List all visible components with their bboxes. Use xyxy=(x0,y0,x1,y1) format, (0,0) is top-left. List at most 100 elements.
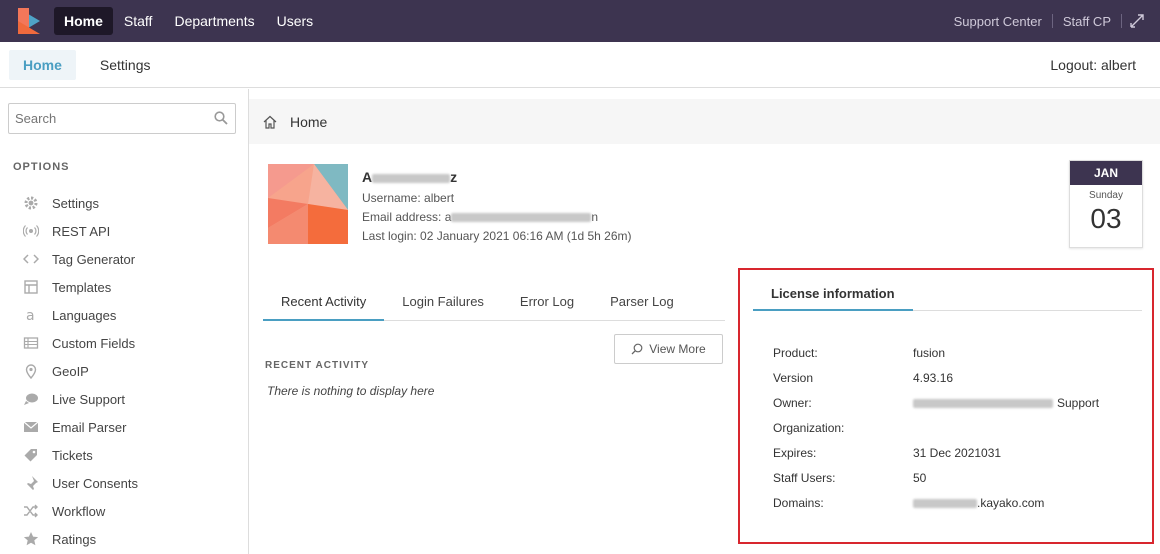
nav-staff[interactable]: Staff xyxy=(113,7,164,35)
sidebar-item-languages[interactable]: a Languages xyxy=(23,301,138,329)
tag-icon xyxy=(24,449,37,462)
subtab-settings[interactable]: Settings xyxy=(86,50,165,80)
sidebar-item-label: Ratings xyxy=(52,531,97,547)
code-icon xyxy=(23,254,39,264)
sidebar-item-label: Custom Fields xyxy=(52,335,136,351)
view-more-label: View More xyxy=(649,342,706,356)
envelope-icon xyxy=(23,421,39,432)
license-label-domains: Domains: xyxy=(773,496,824,510)
calendar-month: JAN xyxy=(1070,161,1142,185)
sidebar-item-label: Live Support xyxy=(52,391,125,407)
logout-link[interactable]: Logout: albert xyxy=(1050,57,1136,73)
top-navbar: Home Staff Departments Users Support Cen… xyxy=(0,0,1160,42)
sidebar-item-settings[interactable]: Settings xyxy=(23,189,138,217)
sidebar-item-email-parser[interactable]: Email Parser xyxy=(23,413,138,441)
sidebar-item-label: Tickets xyxy=(52,447,93,463)
license-value-expires: 31 Dec 2021031 xyxy=(913,446,1002,460)
sidebar-item-templates[interactable]: Templates xyxy=(23,273,138,301)
license-label-expires: Expires: xyxy=(773,446,817,460)
sidebar-item-geoip[interactable]: GeoIP xyxy=(23,357,138,385)
sidebar-item-label: Tag Generator xyxy=(52,251,136,267)
search-input[interactable] xyxy=(15,104,205,133)
breadcrumb: Home xyxy=(249,99,1160,144)
sidebar-item-label: REST API xyxy=(52,223,111,239)
license-label-owner: Owner: xyxy=(773,396,812,410)
license-tab-bar: License information xyxy=(753,279,1142,311)
license-value-version: 4.93.16 xyxy=(913,371,954,385)
sidebar-item-label: GeoIP xyxy=(52,363,89,379)
kayako-logo-icon[interactable] xyxy=(18,8,40,34)
sidebar-item-tickets[interactable]: Tickets xyxy=(23,441,138,469)
calendar-weekday: Sunday xyxy=(1089,190,1123,201)
sidebar-item-label: User Consents xyxy=(52,475,138,491)
sidebar-item-workflow[interactable]: Workflow xyxy=(23,497,138,525)
sidebar-item-live-support[interactable]: Live Support xyxy=(23,385,138,413)
license-label-staff-users: Staff Users: xyxy=(773,471,836,485)
calendar-day: 03 xyxy=(1090,203,1122,234)
user-last-login: Last login: 02 January 2021 06:16 AM (1d… xyxy=(362,229,632,243)
avatar xyxy=(268,164,348,244)
subtab-home[interactable]: Home xyxy=(9,49,76,80)
fields-icon xyxy=(23,337,39,349)
calendar-widget: JAN Sunday 03 xyxy=(1069,160,1143,248)
license-label-version: Version xyxy=(773,371,814,385)
tab-error-log[interactable]: Error Log xyxy=(502,287,592,321)
license-label-product: Product: xyxy=(773,346,818,360)
sidebar-item-label: Email Parser xyxy=(52,419,127,435)
nav-users[interactable]: Users xyxy=(266,7,325,35)
options-menu: Settings REST API Tag Generator Template… xyxy=(23,189,138,553)
nav-home[interactable]: Home xyxy=(54,7,113,35)
user-fullname: Az xyxy=(362,169,458,185)
svg-text:a: a xyxy=(26,308,35,323)
language-icon: a xyxy=(26,308,35,323)
gear-icon xyxy=(24,196,38,210)
options-heading: OPTIONS xyxy=(13,161,70,173)
sub-navbar: Home Settings Logout: albert xyxy=(0,42,1160,88)
activity-tabs: Recent Activity Login Failures Error Log… xyxy=(263,287,725,321)
license-value-staff-users: 50 xyxy=(913,471,927,485)
sidebar-item-custom-fields[interactable]: Custom Fields xyxy=(23,329,138,357)
shuffle-icon xyxy=(24,504,38,518)
tab-recent-activity[interactable]: Recent Activity xyxy=(263,287,385,321)
sidebar-item-ratings[interactable]: Ratings xyxy=(23,525,138,553)
search-box xyxy=(8,103,236,134)
sidebar: OPTIONS Settings REST API Tag Generator … xyxy=(0,89,249,554)
tab-login-failures[interactable]: Login Failures xyxy=(384,287,502,321)
license-value-product: fusion xyxy=(913,346,946,360)
pin-icon xyxy=(26,476,38,491)
recent-activity-empty: There is nothing to display here xyxy=(267,384,435,398)
map-pin-icon xyxy=(25,364,37,379)
tab-parser-log[interactable]: Parser Log xyxy=(592,287,692,321)
user-username: Username: albert xyxy=(362,191,455,205)
staff-cp-link[interactable]: Staff CP xyxy=(1053,14,1121,29)
top-right-links: Support Center Staff CP xyxy=(944,0,1160,42)
broadcast-icon xyxy=(23,225,39,237)
search-icon[interactable] xyxy=(214,111,228,130)
sidebar-item-tag-generator[interactable]: Tag Generator xyxy=(23,245,138,273)
external-link-icon[interactable] xyxy=(1122,0,1152,42)
breadcrumb-home[interactable]: Home xyxy=(290,114,327,130)
license-value-domains: .kayako.com xyxy=(913,496,1044,510)
star-icon xyxy=(23,532,39,546)
main-nav: Home Staff Departments Users xyxy=(54,0,324,42)
sidebar-item-rest-api[interactable]: REST API xyxy=(23,217,138,245)
recent-activity-heading: RECENT ACTIVITY xyxy=(265,360,370,371)
tab-license-information[interactable]: License information xyxy=(753,279,913,311)
license-label-organization: Organization: xyxy=(773,421,845,435)
sidebar-item-label: Settings xyxy=(52,195,99,211)
support-center-link[interactable]: Support Center xyxy=(944,14,1052,29)
search-icon xyxy=(631,343,643,355)
sidebar-item-label: Templates xyxy=(52,279,112,295)
home-icon[interactable] xyxy=(263,115,277,129)
user-email: Email address: an xyxy=(362,210,599,224)
nav-departments[interactable]: Departments xyxy=(163,7,265,35)
license-value-owner: Support xyxy=(913,396,1099,410)
main-content: Home Az Username: albert Email address: … xyxy=(249,89,1160,554)
template-icon xyxy=(24,280,38,294)
sidebar-item-user-consents[interactable]: User Consents xyxy=(23,469,138,497)
license-panel: License information Product: fusion Vers… xyxy=(738,268,1154,544)
sidebar-item-label: Workflow xyxy=(52,503,106,519)
chat-icon xyxy=(24,393,38,405)
view-more-button[interactable]: View More xyxy=(614,334,723,364)
sidebar-item-label: Languages xyxy=(52,307,117,323)
